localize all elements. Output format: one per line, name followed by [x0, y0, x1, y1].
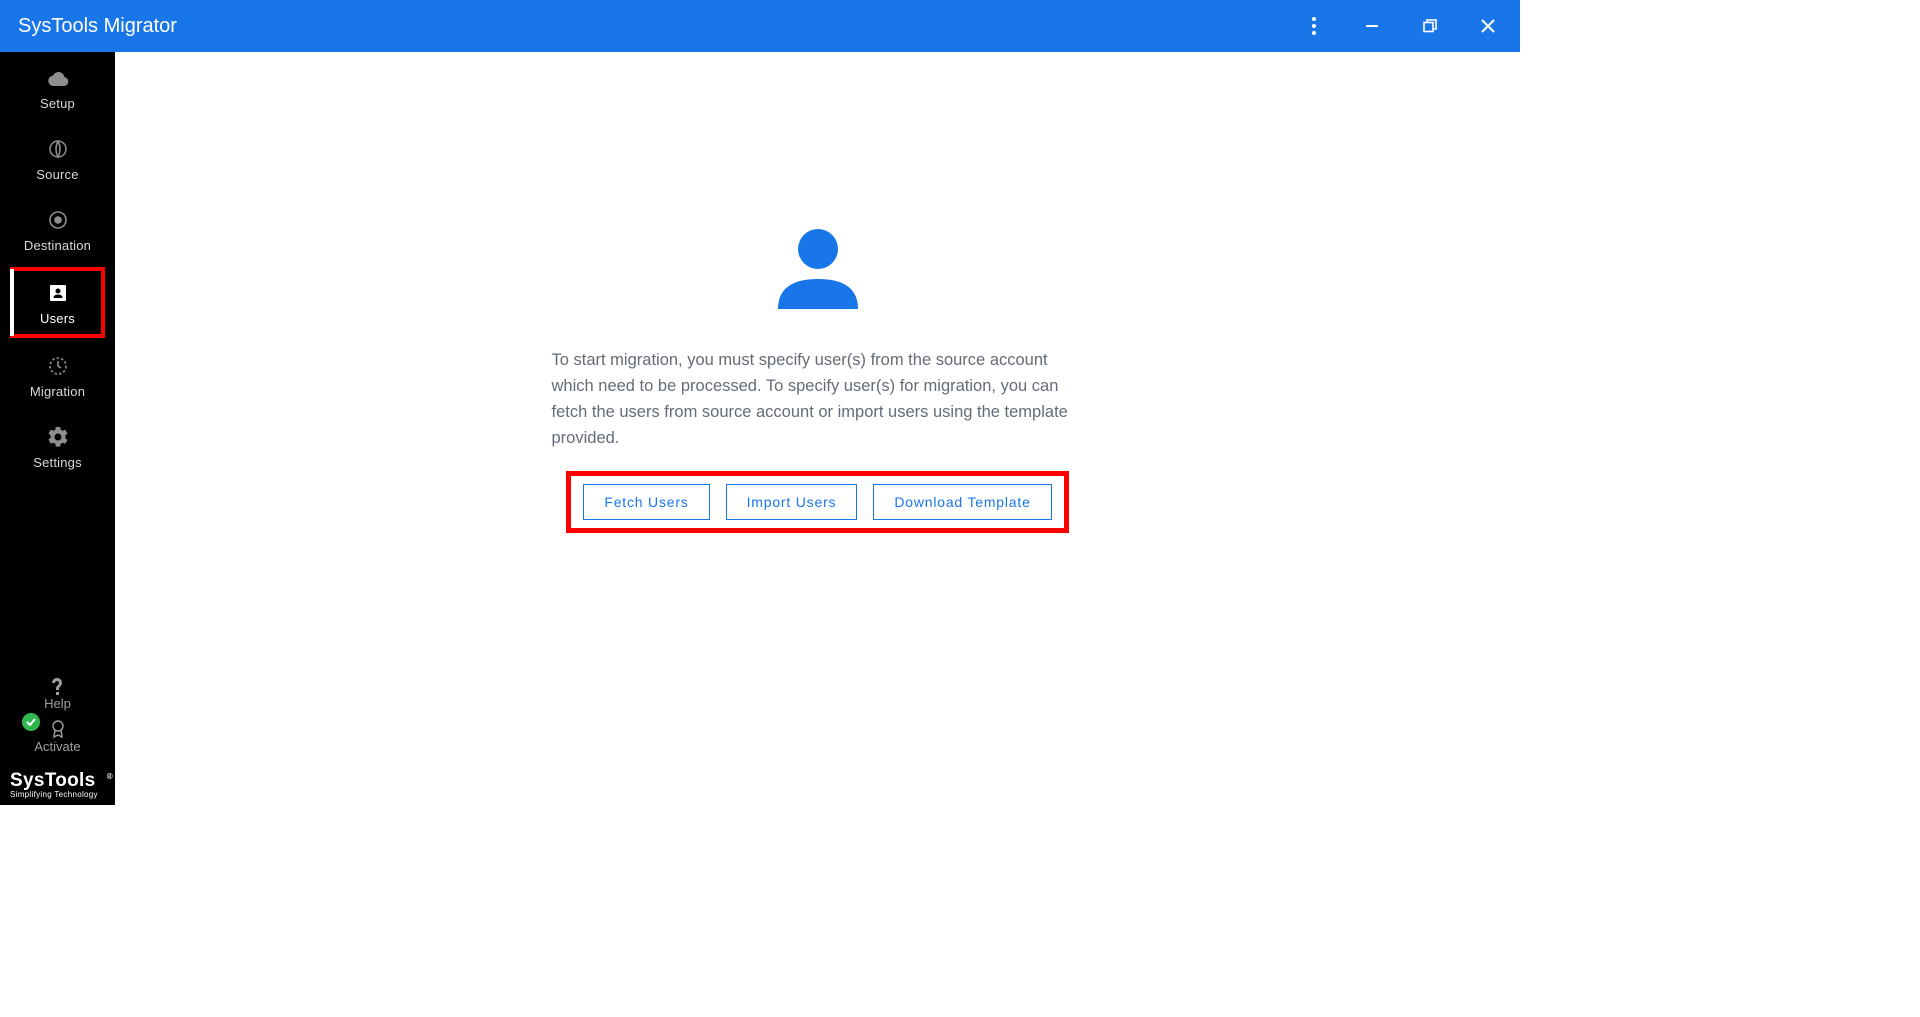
brand-logo-text: SysTools®: [10, 770, 105, 792]
instruction-text: To start migration, you must specify use…: [552, 347, 1084, 451]
sidebar-item-destination[interactable]: Destination: [0, 194, 115, 265]
main-content: To start migration, you must specify use…: [115, 52, 1520, 805]
sidebar-nav: Setup Source Destination Users: [0, 52, 115, 482]
close-button[interactable]: [1474, 12, 1502, 40]
sidebar-item-label: Destination: [24, 238, 91, 253]
sidebar-item-label: Migration: [30, 384, 85, 399]
sidebar-item-label: Settings: [33, 455, 82, 470]
sidebar-item-activate[interactable]: Activate: [0, 715, 115, 764]
fetch-users-button[interactable]: Fetch Users: [583, 484, 709, 520]
vertical-dots-icon: [1312, 17, 1316, 35]
maximize-icon: [1423, 19, 1437, 33]
titlebar-controls: [1300, 12, 1502, 40]
body-container: Setup Source Destination Users: [0, 52, 1520, 805]
sidebar-activate-label: Activate: [34, 739, 80, 754]
sidebar-item-migration[interactable]: Migration: [0, 340, 115, 411]
source-icon: [48, 137, 68, 161]
migration-icon: [48, 354, 68, 378]
sidebar: Setup Source Destination Users: [0, 52, 115, 805]
app-title: SysTools Migrator: [18, 15, 177, 38]
more-options-button[interactable]: [1300, 12, 1328, 40]
minimize-icon: [1365, 19, 1379, 33]
help-icon: [51, 676, 65, 696]
sidebar-item-users[interactable]: Users: [10, 267, 105, 338]
brand-logo: SysTools® Simplifying Technology: [0, 764, 115, 805]
cloud-icon: [47, 66, 69, 90]
minimize-button[interactable]: [1358, 12, 1386, 40]
destination-icon: [48, 208, 68, 232]
users-icon: [49, 281, 67, 305]
action-button-row: Fetch Users Import Users Download Templa…: [566, 471, 1068, 533]
sidebar-item-help[interactable]: Help: [0, 672, 115, 715]
sidebar-item-setup[interactable]: Setup: [0, 52, 115, 123]
badge-icon: [49, 719, 67, 739]
sidebar-item-label: Source: [36, 167, 78, 182]
check-icon: [26, 718, 36, 726]
maximize-button[interactable]: [1416, 12, 1444, 40]
titlebar: SysTools Migrator: [0, 0, 1520, 52]
sidebar-item-label: Users: [40, 311, 75, 326]
close-icon: [1481, 19, 1495, 33]
sidebar-help-label: Help: [44, 696, 71, 711]
sidebar-item-settings[interactable]: Settings: [0, 411, 115, 482]
sidebar-item-label: Setup: [40, 96, 75, 111]
sidebar-item-source[interactable]: Source: [0, 123, 115, 194]
sidebar-bottom: Help Activate SysTools® Simplifying Tech…: [0, 672, 115, 805]
user-avatar-icon: [777, 227, 859, 309]
download-template-button[interactable]: Download Template: [873, 484, 1051, 520]
import-users-button[interactable]: Import Users: [726, 484, 858, 520]
gear-icon: [48, 425, 68, 449]
activation-status-badge: [22, 713, 40, 731]
users-empty-state: To start migration, you must specify use…: [552, 227, 1084, 533]
